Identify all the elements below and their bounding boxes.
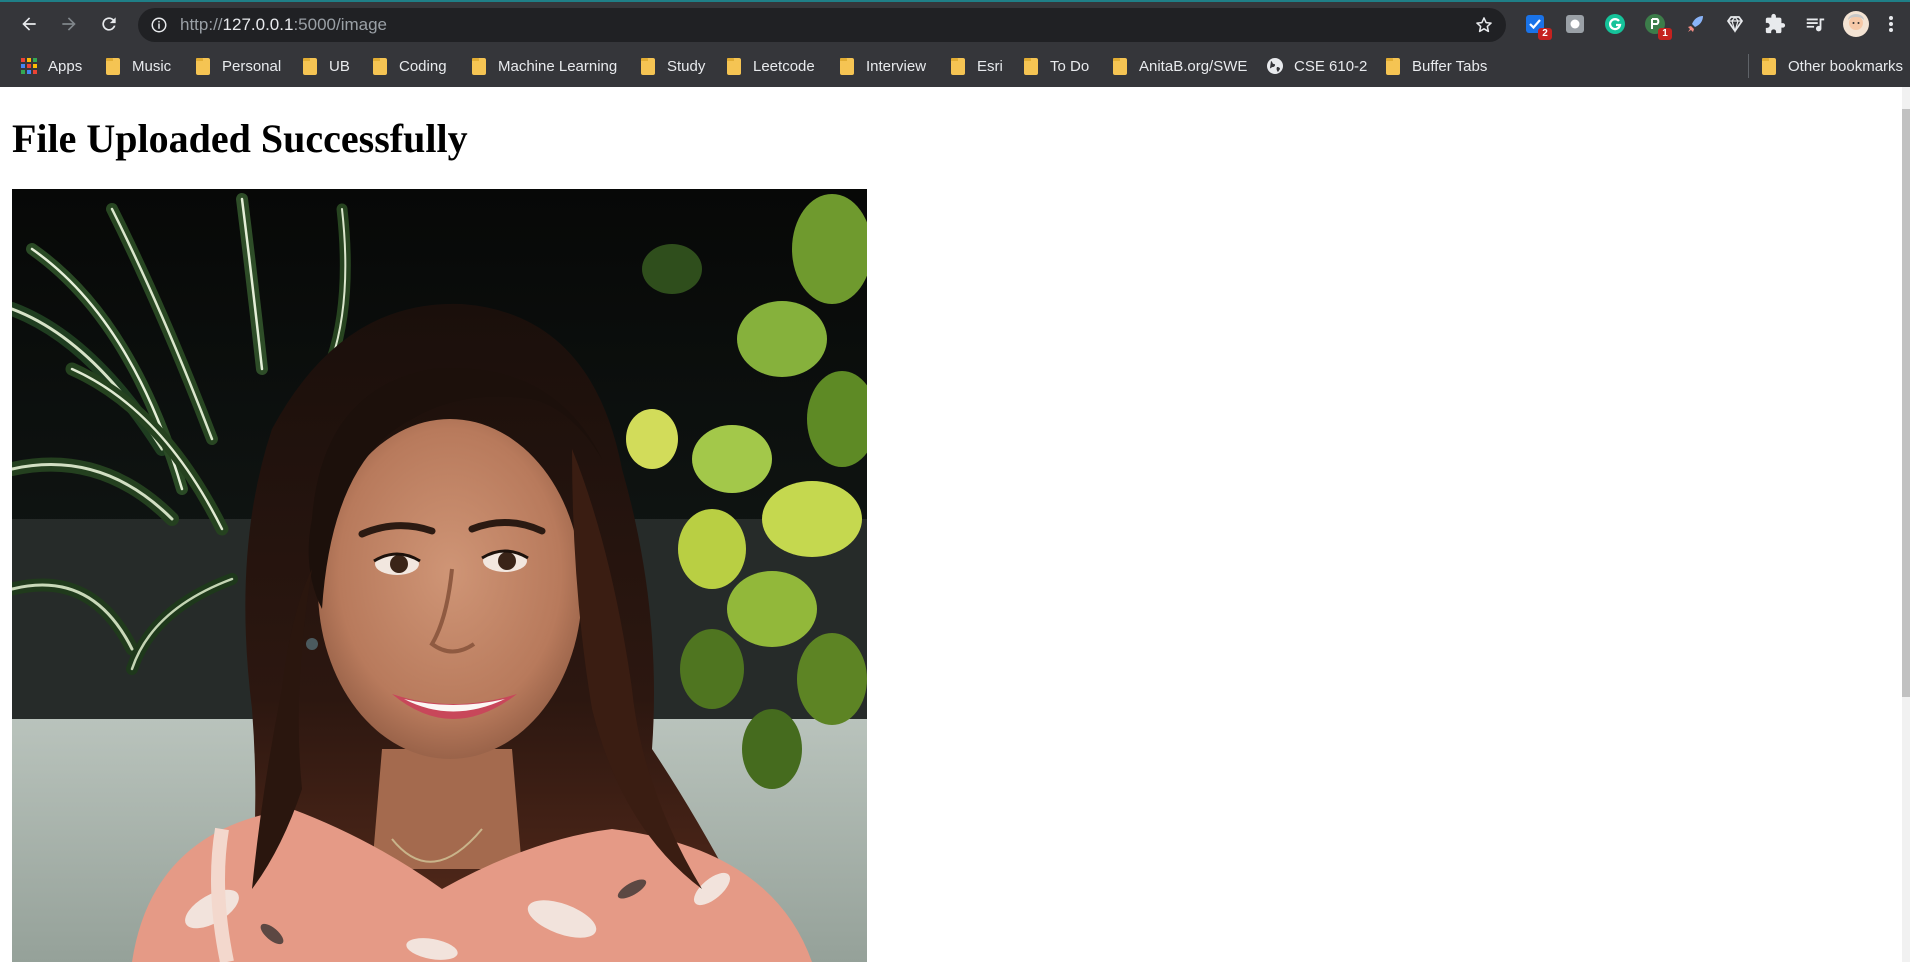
bookmark-cse-610[interactable]: CSE 610-2 bbox=[1266, 54, 1367, 78]
tracker-icon[interactable]: 1 bbox=[1644, 13, 1672, 40]
bookmarks-bar: Apps Music Personal UB Coding Machine Le… bbox=[0, 46, 1910, 87]
bookmark-label: UB bbox=[329, 57, 350, 75]
site-info-icon[interactable] bbox=[150, 16, 168, 34]
bookmark-folder-to-do[interactable]: To Do bbox=[1024, 54, 1089, 78]
bookmark-apps[interactable]: Apps bbox=[20, 54, 82, 78]
scrollbar-thumb[interactable] bbox=[1902, 109, 1910, 697]
rocket-icon[interactable] bbox=[1684, 13, 1706, 35]
folder-icon bbox=[1024, 57, 1038, 75]
reload-button[interactable] bbox=[94, 9, 124, 39]
grammarly-icon[interactable] bbox=[1604, 13, 1626, 35]
bookmark-folder-interview[interactable]: Interview bbox=[840, 54, 926, 78]
back-arrow-icon bbox=[22, 17, 36, 31]
folder-icon bbox=[303, 57, 317, 75]
browser-toolbar: http://127.0.0.1:5000/image 2 1 bbox=[0, 2, 1910, 46]
bookmark-label: AnitaB.org/SWE bbox=[1139, 57, 1248, 75]
diamond-icon[interactable] bbox=[1724, 13, 1746, 35]
bookmark-folder-buffer-tabs[interactable]: Buffer Tabs bbox=[1386, 54, 1487, 78]
forward-button[interactable] bbox=[54, 9, 84, 39]
bookmark-label: Personal bbox=[222, 57, 282, 75]
bookmark-label: Esri bbox=[977, 57, 1003, 75]
apps-grid-icon bbox=[21, 58, 37, 74]
folder-icon bbox=[196, 57, 210, 75]
bookmark-folder-machine-learning[interactable]: Machine Learning bbox=[472, 54, 617, 78]
folder-icon bbox=[951, 57, 965, 75]
url-text[interactable]: http://127.0.0.1:5000/image bbox=[180, 8, 387, 42]
bookmark-folder-ub[interactable]: UB bbox=[303, 54, 350, 78]
bookmark-folder-coding[interactable]: Coding bbox=[373, 54, 447, 78]
folder-icon bbox=[1386, 57, 1400, 75]
bookmark-label: Interview bbox=[866, 57, 927, 75]
extension-badge: 2 bbox=[1538, 28, 1552, 40]
page-scrollbar[interactable] bbox=[1902, 87, 1910, 962]
bookmark-label: Leetcode bbox=[753, 57, 815, 75]
bookmark-folder-music[interactable]: Music bbox=[106, 54, 171, 78]
url-host: 127.0.0.1 bbox=[222, 15, 294, 34]
photo-illustration bbox=[12, 189, 867, 962]
bookmark-label: Machine Learning bbox=[498, 57, 618, 75]
bookmark-folder-study[interactable]: Study bbox=[641, 54, 705, 78]
forward-arrow-icon bbox=[62, 17, 76, 31]
folder-icon bbox=[1762, 57, 1776, 75]
folder-icon bbox=[472, 57, 486, 75]
folder-icon bbox=[373, 57, 387, 75]
folder-icon bbox=[840, 57, 854, 75]
address-bar[interactable]: http://127.0.0.1:5000/image bbox=[138, 8, 1506, 42]
bookmark-label: Study bbox=[667, 57, 706, 75]
page-title: File Uploaded Successfully bbox=[12, 116, 468, 161]
folder-icon bbox=[1113, 57, 1127, 75]
bookmark-label: Coding bbox=[399, 57, 447, 75]
browser-menu-button[interactable] bbox=[1884, 13, 1898, 35]
back-button[interactable] bbox=[14, 9, 44, 39]
puzzle-icon[interactable] bbox=[1764, 13, 1786, 35]
globe-icon bbox=[1267, 58, 1283, 74]
bookmark-folder-other[interactable]: Other bookmarks bbox=[1762, 54, 1903, 78]
bookmark-folder-anitab[interactable]: AnitaB.org/SWE bbox=[1113, 54, 1247, 78]
bookmark-label: To Do bbox=[1050, 57, 1090, 75]
profile-avatar[interactable] bbox=[1843, 11, 1869, 37]
url-scheme: http:// bbox=[180, 15, 223, 34]
reload-icon bbox=[102, 17, 116, 31]
bookmark-star-icon[interactable] bbox=[1474, 15, 1494, 35]
folder-icon bbox=[106, 57, 120, 75]
uploaded-photo bbox=[12, 189, 867, 962]
page-content: File Uploaded Successfully bbox=[0, 87, 1910, 962]
bookmark-folder-esri[interactable]: Esri bbox=[951, 54, 1003, 78]
bookmark-folder-personal[interactable]: Personal bbox=[196, 54, 281, 78]
browser-chrome: http://127.0.0.1:5000/image 2 1 Apps Mus… bbox=[0, 0, 1910, 87]
bookmark-label: CSE 610-2 bbox=[1294, 57, 1368, 75]
bookmark-label: Music bbox=[132, 57, 172, 75]
bookmark-label: Other bookmarks bbox=[1788, 57, 1904, 75]
screenshot-icon[interactable] bbox=[1564, 13, 1586, 35]
extension-badge: 1 bbox=[1658, 28, 1672, 40]
folder-icon bbox=[641, 57, 655, 75]
bookmark-label: Apps bbox=[48, 57, 83, 75]
bookmark-folder-leetcode[interactable]: Leetcode bbox=[727, 54, 815, 78]
bookmark-label: Buffer Tabs bbox=[1412, 57, 1488, 75]
url-path: :5000/image bbox=[293, 15, 388, 34]
folder-icon bbox=[727, 57, 741, 75]
playlist-icon[interactable] bbox=[1804, 13, 1826, 35]
todo-check-icon[interactable]: 2 bbox=[1524, 13, 1552, 40]
bookmarks-divider bbox=[1748, 54, 1749, 78]
